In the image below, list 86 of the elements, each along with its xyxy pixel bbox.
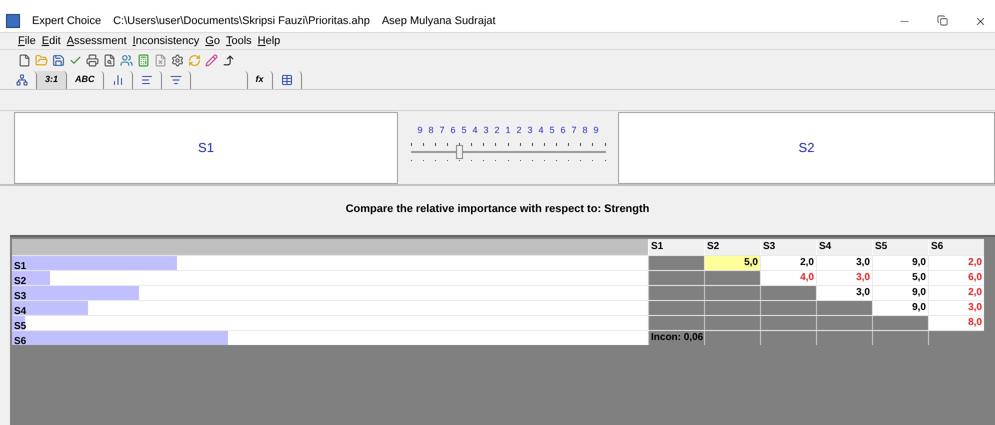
matrix-cell[interactable]: 8,0	[928, 316, 984, 330]
right-item-panel: S2	[618, 112, 995, 184]
filter-icon	[170, 74, 182, 86]
scale-label: 1	[504, 124, 512, 137]
user-name: Asep Mulyana Sudrajat	[382, 14, 496, 28]
matrix-cell[interactable]: 9,0	[872, 256, 928, 270]
scale-label: 3	[526, 124, 534, 137]
matrix-cell[interactable]: 2,0	[928, 286, 984, 300]
window-title: Expert Choice	[32, 14, 102, 28]
matrix-cell[interactable]: 6,0	[928, 271, 984, 285]
calculator-icon[interactable]	[137, 54, 150, 66]
scale-label: 4	[537, 124, 544, 137]
column-header: S2	[704, 239, 760, 255]
matrix-cell[interactable]: 5,0	[872, 271, 928, 285]
column-header: S6	[928, 239, 984, 255]
menu-item[interactable]: Edit	[42, 32, 61, 50]
row-label: S6	[13, 336, 26, 347]
view-tab[interactable]: fx	[248, 71, 273, 89]
row-label-cell[interactable]: S1	[12, 256, 648, 270]
menu-item[interactable]: Go	[205, 32, 220, 50]
view-tab[interactable]: 3:1	[37, 71, 68, 89]
menu-item[interactable]: Assessment	[66, 32, 127, 50]
people-icon[interactable]	[120, 54, 133, 66]
matrix-cell[interactable]: 9,0	[872, 286, 928, 300]
scale-label: 5	[460, 124, 468, 137]
row-label-cell[interactable]: S6	[12, 331, 648, 345]
prompt-text: Compare the relative importance with respect to: Strength	[346, 202, 650, 217]
grid-icon	[280, 74, 293, 86]
scale-label: 9	[592, 124, 600, 137]
row-label: S1	[13, 261, 26, 272]
menu-item[interactable]: Tools	[226, 32, 252, 50]
lines-icon	[140, 74, 153, 86]
column-header: S5	[872, 239, 928, 255]
left-item-panel: S1	[14, 112, 398, 184]
column-header: S3	[760, 239, 816, 255]
matrix-cell[interactable]: 5,0	[704, 256, 760, 270]
close-icon[interactable]	[974, 15, 987, 28]
row-label: S5	[13, 321, 26, 332]
scale-label: 7	[438, 124, 446, 137]
row-label-cell[interactable]: S4	[12, 301, 648, 315]
scale-label: 4	[471, 124, 478, 137]
column-header: S4	[816, 239, 872, 255]
pencil-icon[interactable]	[205, 54, 218, 66]
scale-label: 8	[427, 124, 434, 137]
app-icon	[6, 14, 20, 28]
bar-icon	[112, 74, 124, 86]
scale-label: 7	[570, 124, 578, 137]
check-icon[interactable]	[69, 54, 82, 66]
row-label-cell[interactable]: S5	[12, 316, 648, 330]
scale-label: 8	[581, 124, 588, 137]
tree-icon	[16, 74, 28, 86]
column-header: S1	[648, 239, 704, 255]
scale-label: 5	[548, 124, 556, 137]
file-path: C:\Users\user\Documents\Skripsi Fauzi\Prioritas.ahp	[113, 14, 370, 28]
matrix-cell[interactable]: 3,0	[816, 256, 872, 270]
menu-item[interactable]: File	[18, 32, 36, 50]
menu-item[interactable]: Inconsistency	[132, 32, 200, 50]
new-file-icon[interactable]	[18, 54, 31, 66]
matrix-cell[interactable]: 4,0	[760, 271, 816, 285]
row-label: S2	[13, 276, 26, 287]
arrow-icon[interactable]	[222, 54, 235, 66]
matrix-cell[interactable]: 9,0	[872, 301, 928, 315]
scale-label: 2	[515, 124, 522, 137]
gear-icon[interactable]	[171, 54, 184, 66]
view-tab[interactable]: ABC	[67, 71, 104, 89]
scale-label: 3	[482, 124, 490, 137]
printer-icon[interactable]	[86, 54, 99, 66]
scale-label: 6	[559, 124, 566, 137]
matrix-cell[interactable]: 2,0	[760, 256, 816, 270]
save-icon[interactable]	[52, 54, 65, 66]
scale-label: 2	[493, 124, 500, 137]
row-label-cell[interactable]: S2	[12, 271, 648, 285]
restore-icon[interactable]	[937, 15, 948, 26]
menu-item[interactable]: Help	[258, 32, 280, 50]
scale-label: 6	[449, 124, 456, 137]
slider-thumb[interactable]	[456, 144, 464, 158]
matrix-cell[interactable]: 3,0	[816, 286, 872, 300]
row-label: S4	[13, 306, 26, 317]
matrix-cell[interactable]: 3,0	[928, 301, 984, 315]
scale-label: 9	[416, 124, 424, 137]
row-label: S3	[13, 291, 26, 302]
matrix-cell[interactable]: 3,0	[816, 271, 872, 285]
row-label-cell[interactable]: S3	[12, 286, 648, 300]
print-preview-icon[interactable]	[103, 54, 116, 66]
matrix-cell[interactable]: 2,0	[928, 256, 984, 270]
inconsistency-ratio: Incon: 0,06	[648, 331, 704, 345]
